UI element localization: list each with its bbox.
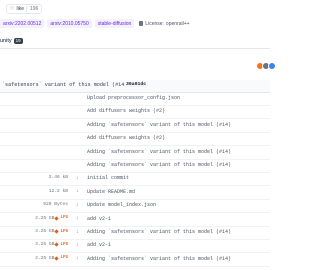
- commit-message[interactable]: Upload preprocessor_config.json: [87, 95, 180, 101]
- file-size: 3.25 GB LFS: [35, 242, 68, 247]
- file-row[interactable]: Adding `safetensors` variant of this mod…: [0, 146, 270, 160]
- file-row[interactable]: Adding `safetensors` variant of this mod…: [0, 119, 270, 133]
- file-size-value: 3.25 GB: [35, 229, 55, 234]
- heart-icon: ♡: [10, 6, 15, 12]
- download-icon[interactable]: ↓: [76, 215, 79, 221]
- file-size-value: 12.2 kB: [48, 188, 68, 194]
- commit-message[interactable]: Adding `safetensors` variant of this mod…: [87, 122, 231, 128]
- file-row[interactable]: 3.25 GB LFS ↓ Adding `safetensors` variant …: [0, 253, 270, 267]
- license-icon: [139, 21, 144, 26]
- lfs-icon: [54, 242, 60, 248]
- lfs-label: LFS: [60, 229, 68, 234]
- tag-stable-diffusion[interactable]: stable-diffusion: [94, 19, 135, 28]
- commit-message[interactable]: Add diffusers weights (#2): [87, 108, 165, 114]
- like-button[interactable]: ♡ like 196: [6, 4, 43, 14]
- tab-community[interactable]: unity 19: [0, 38, 23, 44]
- contributor-avatars[interactable]: [256, 62, 276, 70]
- tabs-divider: [0, 48, 270, 49]
- last-commit-hash[interactable]: 36a01dc: [124, 82, 149, 87]
- file-row[interactable]: Add diffusers weights (#2): [0, 132, 270, 147]
- file-size-value: 3.25 GB: [35, 215, 55, 221]
- commit-message[interactable]: Update model_index.json: [87, 202, 156, 208]
- file-size: 3.46 kB: [49, 175, 68, 180]
- file-size: 920 Bytes: [43, 202, 68, 207]
- license-tag[interactable]: License: openrail++: [137, 20, 191, 28]
- download-icon[interactable]: ↓: [76, 255, 79, 261]
- lfs-icon: [54, 256, 60, 261]
- commit-message[interactable]: Update README.md: [87, 189, 135, 195]
- lfs-icon: [54, 215, 60, 221]
- lfs-label: LFS: [60, 256, 68, 261]
- community-count-badge: 19: [13, 38, 23, 44]
- tag-arxiv-1[interactable]: arxiv:2202.00512: [0, 19, 45, 28]
- file-size: 3.25 GB LFS: [35, 229, 68, 234]
- download-icon[interactable]: ↓: [76, 242, 79, 248]
- download-icon[interactable]: ↓: [76, 188, 79, 194]
- download-icon[interactable]: ↓: [76, 175, 79, 181]
- license-value: openrail++: [165, 20, 190, 27]
- file-size-value: 3.25 GB: [35, 255, 55, 261]
- file-size: 3.25 GB LFS: [35, 256, 68, 261]
- community-label: unity: [0, 38, 12, 44]
- commit-message[interactable]: add v2-1: [87, 242, 111, 248]
- file-row[interactable]: Add diffusers weights (#2): [0, 105, 270, 120]
- like-count: 196: [26, 6, 38, 12]
- tag-arxiv-2[interactable]: arxiv:2010.05750: [47, 19, 92, 28]
- download-icon[interactable]: ↓: [76, 229, 79, 235]
- last-commit-message[interactable]: `safetensors` variant of this model (#14…: [2, 82, 127, 88]
- file-size-value: 3.46 kB: [48, 175, 68, 181]
- commit-message[interactable]: initial commit: [87, 175, 129, 181]
- file-size: 3.25 GB LFS: [35, 216, 68, 221]
- lfs-icon: [54, 229, 60, 234]
- file-size: 12.2 kB: [49, 189, 68, 194]
- commit-message[interactable]: Adding `safetensors` variant of this mod…: [87, 229, 231, 235]
- commit-message[interactable]: Adding `safetensors` variant of this mod…: [87, 162, 231, 168]
- lfs-label: LFS: [60, 216, 68, 221]
- commit-message[interactable]: Add diffusers weights (#2): [87, 135, 165, 141]
- download-icon[interactable]: ↓: [76, 202, 79, 208]
- lfs-label: LFS: [60, 242, 68, 247]
- file-size-value: 3.25 GB: [35, 242, 55, 248]
- file-row[interactable]: 920 Bytes ↓ Update model_index.json: [0, 199, 270, 214]
- file-row[interactable]: 3.25 GB LFS ↓ add v2-1: [0, 213, 270, 227]
- file-row[interactable]: 3.46 kB ↓ initial commit: [0, 172, 270, 187]
- file-row[interactable]: 3.25 GB LFS ↓ add v2-1: [0, 239, 270, 254]
- avatar: [268, 62, 276, 70]
- commit-message[interactable]: Adding `safetensors` variant of this mod…: [87, 149, 231, 155]
- commit-message[interactable]: add v2-1: [87, 216, 111, 222]
- like-row: ♡ like 196: [6, 4, 43, 14]
- tag-list: arxiv:2202.00512 arxiv:2010.05750 stable…: [0, 19, 192, 28]
- file-row[interactable]: 12.2 kB ↓ Update README.md: [0, 186, 270, 200]
- commit-message[interactable]: Adding `safetensors` variant of this mod…: [87, 256, 231, 262]
- file-row[interactable]: Upload preprocessor_config.json: [0, 92, 270, 106]
- file-row[interactable]: Adding `safetensors` variant of this mod…: [0, 159, 270, 173]
- like-label: like: [16, 6, 24, 12]
- file-row[interactable]: 3.25 GB LFS ↓ Adding `safetensors` variant …: [0, 226, 270, 240]
- license-label: License:: [145, 20, 164, 27]
- file-size-value: 920 Bytes: [43, 202, 68, 208]
